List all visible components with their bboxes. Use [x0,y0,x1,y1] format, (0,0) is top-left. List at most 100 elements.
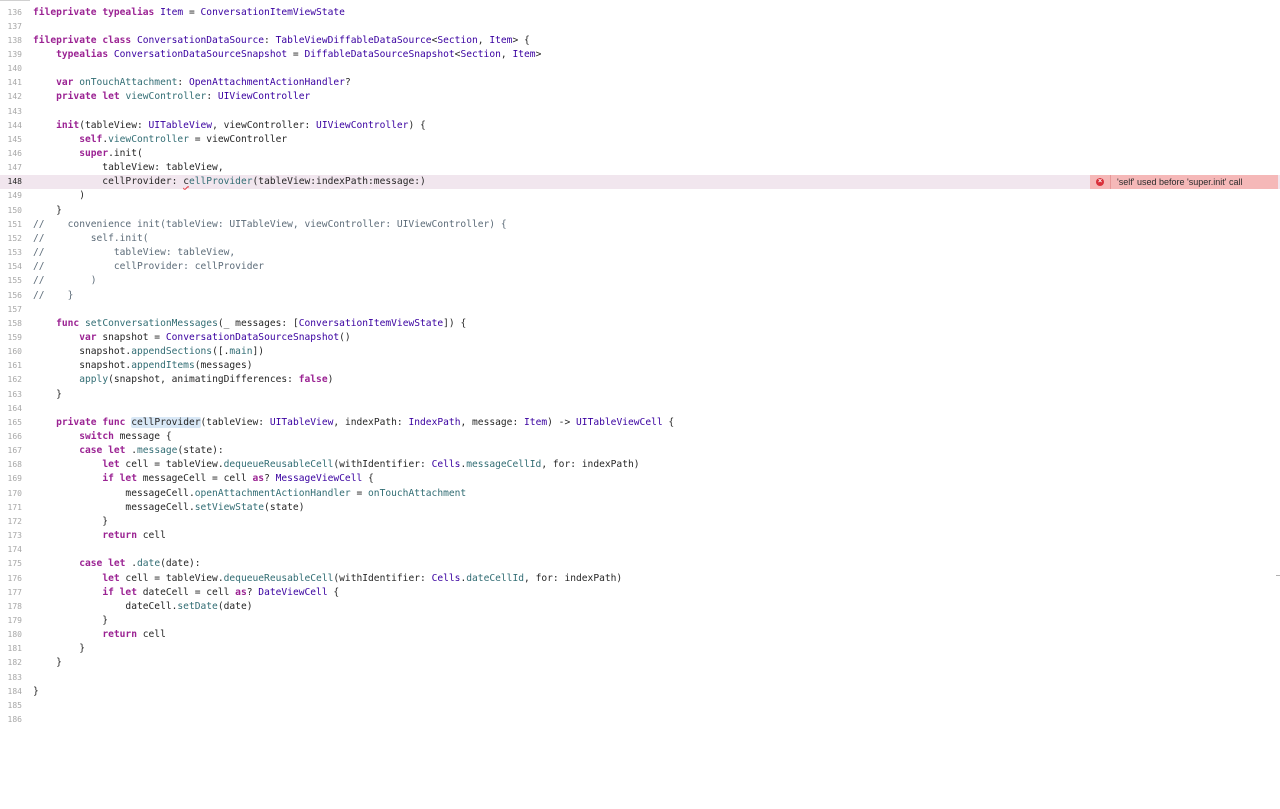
code-text[interactable]: private func cellProvider(tableView: UIT… [33,416,674,430]
code-line[interactable]: 168 let cell = tableView.dequeueReusable… [0,458,1280,472]
code-line[interactable]: 136 fileprivate typealias Item = Conversa… [0,6,1280,20]
code-text[interactable]: typealias ConversationDataSourceSnapshot… [33,48,541,62]
code-text[interactable]: return cell [33,529,166,543]
code-line[interactable]: 186 [0,713,1280,727]
code-line[interactable]: 184} [0,685,1280,699]
code-line[interactable]: 139 typealias ConversationDataSourceSnap… [0,48,1280,62]
code-text[interactable]: case let .date(date): [33,557,200,571]
code-text[interactable]: cellProvider: cellProvider(tableView:ind… [33,175,426,189]
code-line[interactable]: 140 [0,62,1280,76]
error-annotation[interactable]: × 'self' used before 'super.init' call [1090,175,1278,189]
code-line[interactable]: 145 self.viewController = viewController [0,133,1280,147]
code-text[interactable]: } [33,642,85,656]
code-line[interactable]: 159 var snapshot = ConversationDataSourc… [0,331,1280,345]
code-line[interactable]: 180 return cell [0,628,1280,642]
code-text[interactable]: if let dateCell = cell as? DateViewCell … [33,586,339,600]
code-line[interactable]: 157 [0,303,1280,317]
code-line[interactable]: 149 ) [0,189,1280,203]
code-line[interactable]: 147 tableView: tableView, [0,161,1280,175]
code-line[interactable]: 151 // convenience init(tableView: UITabl… [0,218,1280,232]
code-text[interactable]: } [33,614,108,628]
code-token: ConversationItemViewState [200,6,345,18]
code-line[interactable]: 167 case let .message(state): [0,444,1280,458]
code-line[interactable]: 171 messageCell.setViewState(state) [0,501,1280,515]
code-line[interactable]: 161 snapshot.appendItems(messages) [0,359,1280,373]
code-text[interactable]: fileprivate class ConversationDataSource… [33,34,530,48]
code-line[interactable]: 138 fileprivate class ConversationDataSou… [0,34,1280,48]
code-text[interactable]: var snapshot = ConversationDataSourceSna… [33,331,351,345]
code-line[interactable]: 153 // tableView: tableView, [0,246,1280,260]
code-text[interactable]: self.viewController = viewController [33,133,287,147]
code-text[interactable]: // tableView: tableView, [33,246,235,260]
code-line[interactable]: 141 var onTouchAttachment: OpenAttachmen… [0,76,1280,90]
code-text[interactable]: return cell [33,628,166,642]
code-line[interactable]: 174 [0,543,1280,557]
code-text[interactable]: snapshot.appendSections([.main]) [33,345,264,359]
code-line[interactable]: 178 dateCell.setDate(date) [0,600,1280,614]
code-line[interactable]: 165 private func cellProvider(tableView:… [0,416,1280,430]
code-text[interactable]: dateCell.setDate(date) [33,600,252,614]
code-text[interactable]: } [33,656,62,670]
error-x-icon[interactable]: × [1096,178,1104,186]
code-text[interactable]: messageCell.openAttachmentActionHandler … [33,487,466,501]
code-line[interactable]: 154 // cellProvider: cellProvider [0,260,1280,274]
code-text[interactable]: apply(snapshot, animatingDifferences: fa… [33,373,333,387]
code-text[interactable]: fileprivate typealias Item = Conversatio… [33,6,345,20]
code-line[interactable]: 144 init(tableView: UITableView, viewCon… [0,119,1280,133]
code-text[interactable]: // cellProvider: cellProvider [33,260,264,274]
code-text[interactable]: case let .message(state): [33,444,223,458]
code-text[interactable]: func setConversationMessages(_ messages:… [33,317,466,331]
code-line[interactable]: 164 [0,402,1280,416]
code-text[interactable]: snapshot.appendItems(messages) [33,359,252,373]
code-text[interactable]: ) [33,189,85,203]
code-text[interactable]: private let viewController: UIViewContro… [33,90,310,104]
code-text[interactable]: messageCell.setViewState(state) [33,501,304,515]
code-line[interactable]: 146 super.init( [0,147,1280,161]
code-line[interactable]: 170 messageCell.openAttachmentActionHand… [0,487,1280,501]
code-line[interactable]: 160 snapshot.appendSections([.main]) [0,345,1280,359]
code-line[interactable]: 150 } [0,204,1280,218]
code-line[interactable]: 142 private let viewController: UIViewCo… [0,90,1280,104]
code-line[interactable]: 179 } [0,614,1280,628]
code-line-error[interactable]: 148 cellProvider: cellProvider(tableView… [0,175,1280,190]
code-line[interactable]: 176 let cell = tableView.dequeueReusable… [0,572,1280,586]
code-token: typealias [102,6,161,18]
code-line[interactable]: 183 [0,671,1280,685]
code-line[interactable]: 177 if let dateCell = cell as? DateViewC… [0,586,1280,600]
code-line[interactable]: 182 } [0,656,1280,670]
code-line[interactable]: 155 // ) [0,274,1280,288]
code-line[interactable]: 158 func setConversationMessages(_ messa… [0,317,1280,331]
code-line[interactable]: 175 case let .date(date): [0,557,1280,571]
code-line[interactable]: 163 } [0,388,1280,402]
code-token: dequeueReusableCell [223,572,334,584]
code-text[interactable]: } [33,204,62,218]
code-text[interactable]: init(tableView: UITableView, viewControl… [33,119,426,133]
code-line[interactable]: 162 apply(snapshot, animatingDifferences… [0,373,1280,387]
code-text[interactable]: let cell = tableView.dequeueReusableCell… [33,572,622,586]
code-text[interactable]: // } [33,289,73,303]
code-line[interactable]: 143 [0,105,1280,119]
code-text[interactable]: } [33,685,39,699]
code-text[interactable]: // self.init( [33,232,149,246]
code-line[interactable]: 173 return cell [0,529,1280,543]
code-line[interactable]: 152 // self.init( [0,232,1280,246]
code-editor[interactable]: 136 fileprivate typealias Item = Conversa… [0,0,1280,809]
code-line[interactable]: 181 } [0,642,1280,656]
code-line[interactable]: 166 switch message { [0,430,1280,444]
code-line[interactable]: 172 } [0,515,1280,529]
code-line[interactable]: 185 [0,699,1280,713]
code-token: cell [142,530,166,542]
code-text[interactable]: if let messageCell = cell as? MessageVie… [33,472,374,486]
code-line[interactable]: 169 if let messageCell = cell as? Messag… [0,472,1280,486]
code-text[interactable]: super.init( [33,147,143,161]
code-text[interactable]: // ) [33,274,97,288]
code-text[interactable]: } [33,515,108,529]
code-line[interactable]: 156 // } [0,289,1280,303]
code-text[interactable]: var onTouchAttachment: OpenAttachmentAct… [33,76,351,90]
code-text[interactable]: tableView: tableView, [33,161,223,175]
code-text[interactable]: } [33,388,62,402]
code-line[interactable]: 137 [0,20,1280,34]
code-text[interactable]: let cell = tableView.dequeueReusableCell… [33,458,639,472]
code-text[interactable]: // convenience init(tableView: UITableVi… [33,218,507,232]
code-text[interactable]: switch message { [33,430,171,444]
